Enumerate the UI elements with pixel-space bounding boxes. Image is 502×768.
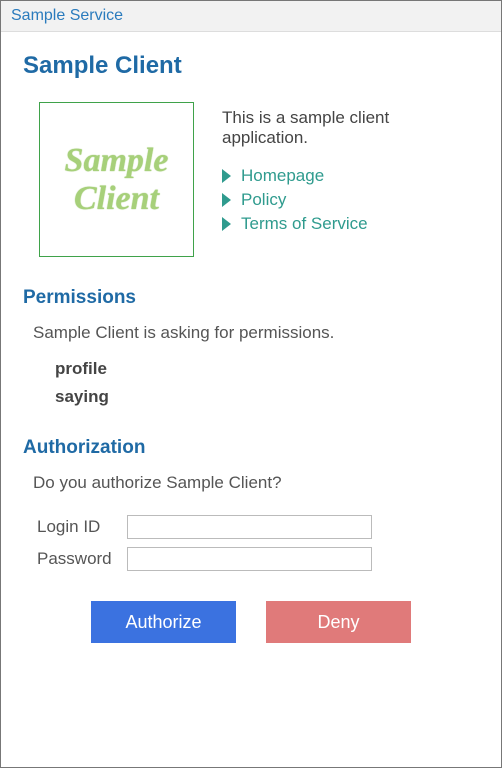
permissions-intro: Sample Client is asking for permissions. [33,323,479,343]
client-heading: Sample Client [23,52,479,80]
triangle-icon [222,169,231,183]
policy-link[interactable]: Policy [241,190,286,210]
permissions-list: profile saying [55,359,479,407]
authorization-heading: Authorization [23,437,479,459]
link-item-policy: Policy [222,190,479,210]
window: Sample Service Sample Client Sample Clie… [0,0,502,768]
logo-line-2: Client [74,180,159,217]
triangle-icon [222,217,231,231]
login-id-input[interactable] [127,515,372,539]
password-row: Password [37,547,479,571]
button-row: Authorize Deny [23,601,479,643]
authorization-question: Do you authorize Sample Client? [33,473,479,493]
homepage-link[interactable]: Homepage [241,166,324,186]
login-id-label: Login ID [37,517,127,537]
password-label: Password [37,549,127,569]
logo-line-1: Sample [65,142,169,179]
permission-item: saying [55,387,479,407]
client-logo: Sample Client [39,102,194,257]
service-name-link[interactable]: Sample Service [11,7,123,24]
content: Sample Client Sample Client This is a sa… [1,32,501,667]
client-row: Sample Client This is a sample client ap… [23,102,479,257]
client-description: This is a sample client application. [222,108,479,148]
tos-link[interactable]: Terms of Service [241,214,368,234]
titlebar: Sample Service [1,1,501,32]
client-info: This is a sample client application. Hom… [222,102,479,238]
permissions-heading: Permissions [23,287,479,309]
login-row: Login ID [37,515,479,539]
client-links: Homepage Policy Terms of Service [222,166,479,234]
link-item-tos: Terms of Service [222,214,479,234]
permission-item: profile [55,359,479,379]
link-item-homepage: Homepage [222,166,479,186]
authorize-button[interactable]: Authorize [91,601,236,643]
triangle-icon [222,193,231,207]
password-input[interactable] [127,547,372,571]
client-logo-text: Sample Client [65,142,169,217]
deny-button[interactable]: Deny [266,601,411,643]
